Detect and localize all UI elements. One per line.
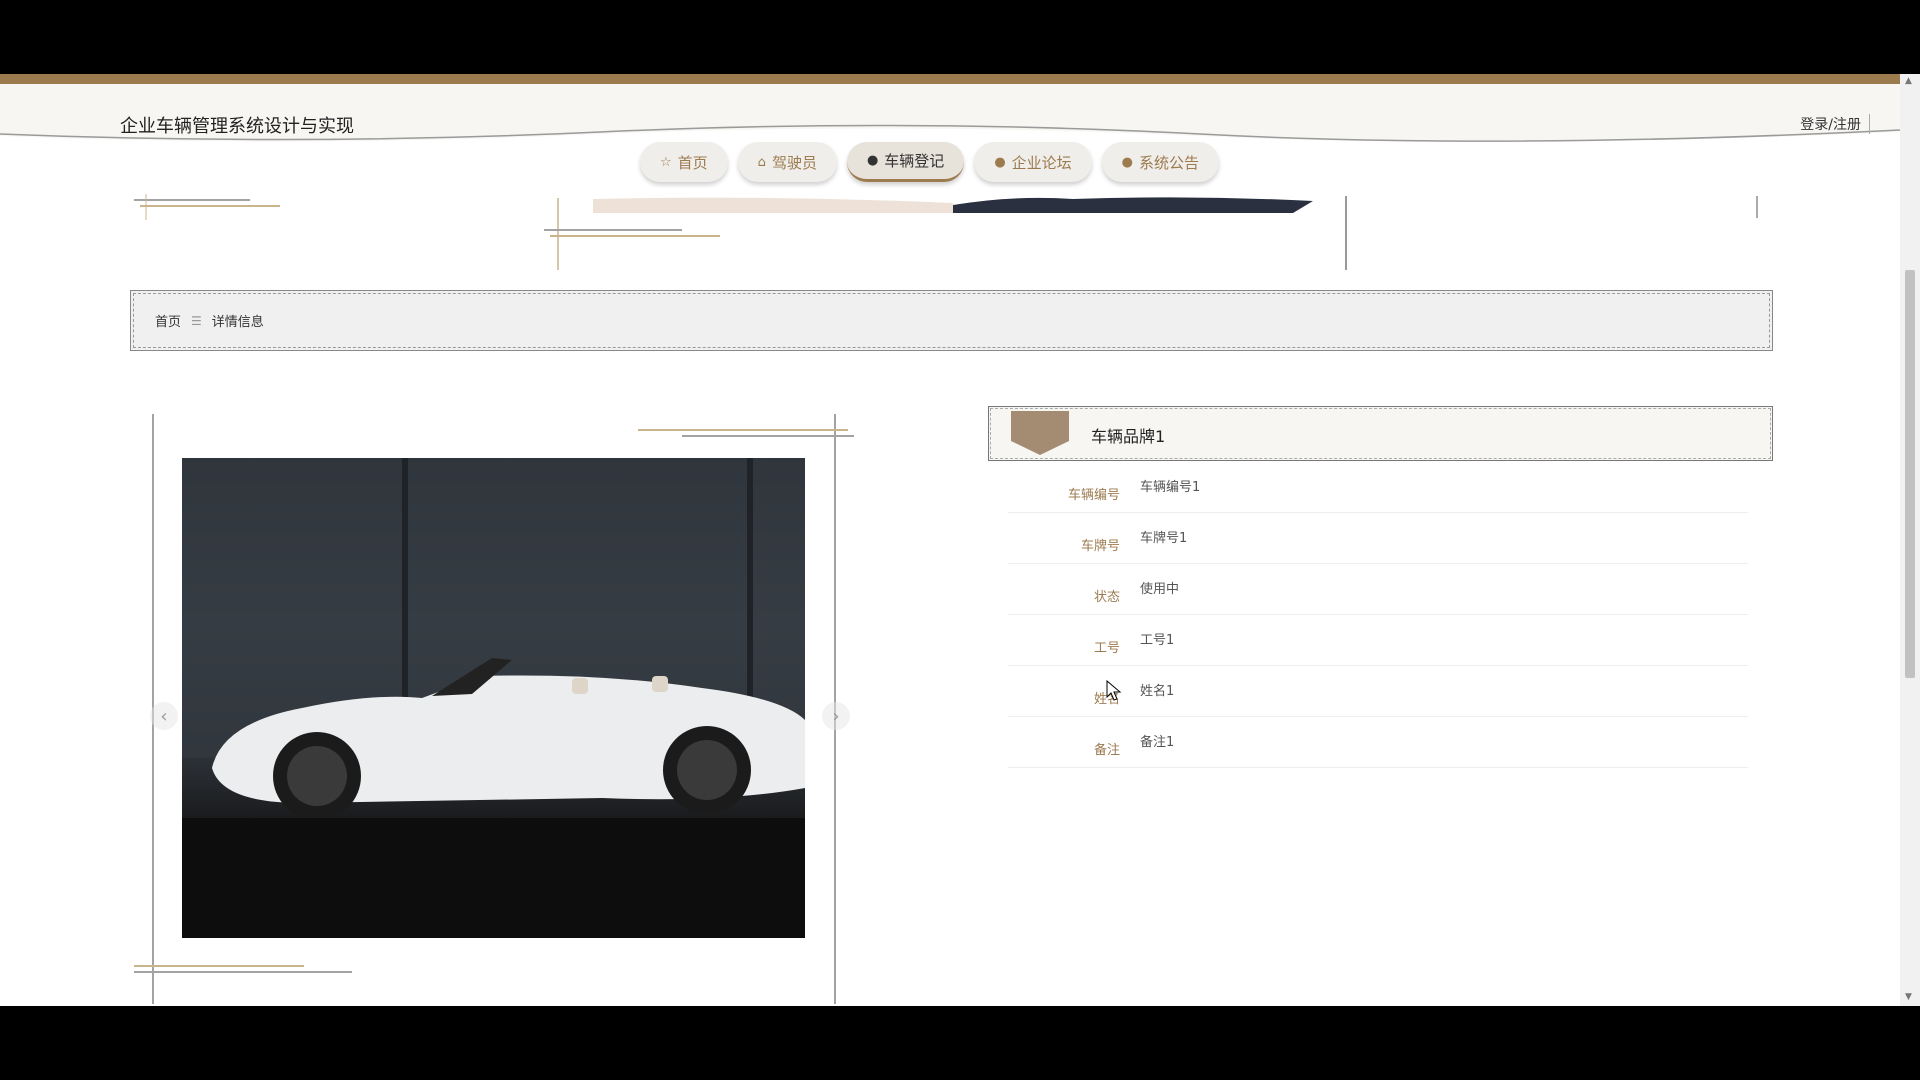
login-register-link[interactable]: 登录/注册 xyxy=(1800,114,1870,134)
mouse-cursor-icon xyxy=(1106,680,1122,701)
breadcrumb: 首页 ☰ 详情信息 xyxy=(130,290,1773,351)
breadcrumb-current: 详情信息 xyxy=(211,315,264,330)
carousel-next-button[interactable]: › xyxy=(822,702,850,730)
detail-value: 车辆编号1 xyxy=(1140,480,1201,495)
nav-item-forum[interactable]: ● 企业论坛 xyxy=(974,142,1092,182)
nav-item-label: 首页 xyxy=(677,153,708,172)
detail-label: 车辆编号 xyxy=(1067,488,1120,503)
site-header: 企业车辆管理系统设计与实现 登录/注册 xyxy=(0,84,1900,150)
title-tab-decoration xyxy=(1011,411,1069,455)
scroll-down-icon[interactable]: ▼ xyxy=(1905,992,1912,1002)
vehicle-info-header: 车辆品牌1 xyxy=(988,406,1773,461)
detail-row-vehicle-number: 车辆编号 车辆编号1 xyxy=(1008,462,1748,513)
detail-label: 状态 xyxy=(1093,590,1120,605)
question-icon: ● xyxy=(994,154,1006,170)
site-title: 企业车辆管理系统设计与实现 xyxy=(120,116,354,137)
nav-item-label: 驾驶员 xyxy=(771,153,817,172)
detail-label: 姓名 xyxy=(1093,692,1120,707)
detail-row-remarks: 备注 备注1 xyxy=(1008,717,1748,768)
nav-item-label: 车辆登记 xyxy=(884,152,945,170)
image-carousel: ‹ › xyxy=(134,414,854,1004)
vehicle-brand-title: 车辆品牌1 xyxy=(1091,427,1166,446)
exclamation-icon: ● xyxy=(866,153,879,168)
scroll-up-icon[interactable]: ▲ xyxy=(1905,76,1912,86)
nav-item-announcements[interactable]: ● 系统公告 xyxy=(1101,142,1220,182)
detail-row-plate-number: 车牌号 车牌号1 xyxy=(1008,513,1748,564)
breadcrumb-separator-icon: ☰ xyxy=(191,313,202,328)
frame-deco-top xyxy=(638,429,854,437)
scrollbar-thumb[interactable] xyxy=(1905,270,1915,678)
nav-item-drivers[interactable]: ⌂ 驾驶员 xyxy=(737,142,837,182)
detail-row-employee-id: 工号 工号1 xyxy=(1008,615,1748,666)
detail-value: 姓名1 xyxy=(1140,684,1175,699)
detail-value: 工号1 xyxy=(1140,633,1175,648)
detail-row-status: 状态 使用中 xyxy=(1008,564,1748,615)
detail-label: 工号 xyxy=(1093,641,1120,656)
page-scrollbar[interactable]: ▲ ▼ xyxy=(1900,74,1920,1006)
top-accent-stripe xyxy=(0,74,1900,84)
nav-item-label: 系统公告 xyxy=(1139,153,1200,172)
info-icon: ● xyxy=(1121,154,1134,170)
detail-value: 备注1 xyxy=(1140,735,1175,750)
detail-label: 备注 xyxy=(1093,743,1120,758)
main-nav: ☆ 首页 ⌂ 驾驶员 ● 车辆登记 ● 企业论坛 ● 系统公告 xyxy=(640,142,1220,190)
browser-viewport: 企业车辆管理系统设计与实现 登录/注册 ☆ 首页 ⌂ 驾驶员 ● 车辆登记 ● … xyxy=(0,74,1920,1006)
carousel-prev-button[interactable]: ‹ xyxy=(150,702,178,730)
vehicle-photo xyxy=(182,458,805,938)
star-icon: ☆ xyxy=(660,154,672,170)
detail-value: 车牌号1 xyxy=(1140,531,1188,546)
banner-slice-decoration xyxy=(593,197,1313,213)
bag-icon: ⌂ xyxy=(757,154,766,170)
car-illustration xyxy=(182,458,805,938)
detail-value: 使用中 xyxy=(1140,582,1180,597)
nav-item-label: 企业论坛 xyxy=(1011,153,1072,172)
breadcrumb-home-link[interactable]: 首页 xyxy=(155,311,181,330)
letterbox-bottom xyxy=(0,1006,1920,1080)
nav-item-vehicle-registration[interactable]: ● 车辆登记 xyxy=(846,142,965,182)
frame-deco-bottom xyxy=(134,965,352,973)
nav-item-home[interactable]: ☆ 首页 xyxy=(640,142,728,182)
letterbox-top xyxy=(0,0,1920,74)
detail-label: 车牌号 xyxy=(1080,539,1120,554)
